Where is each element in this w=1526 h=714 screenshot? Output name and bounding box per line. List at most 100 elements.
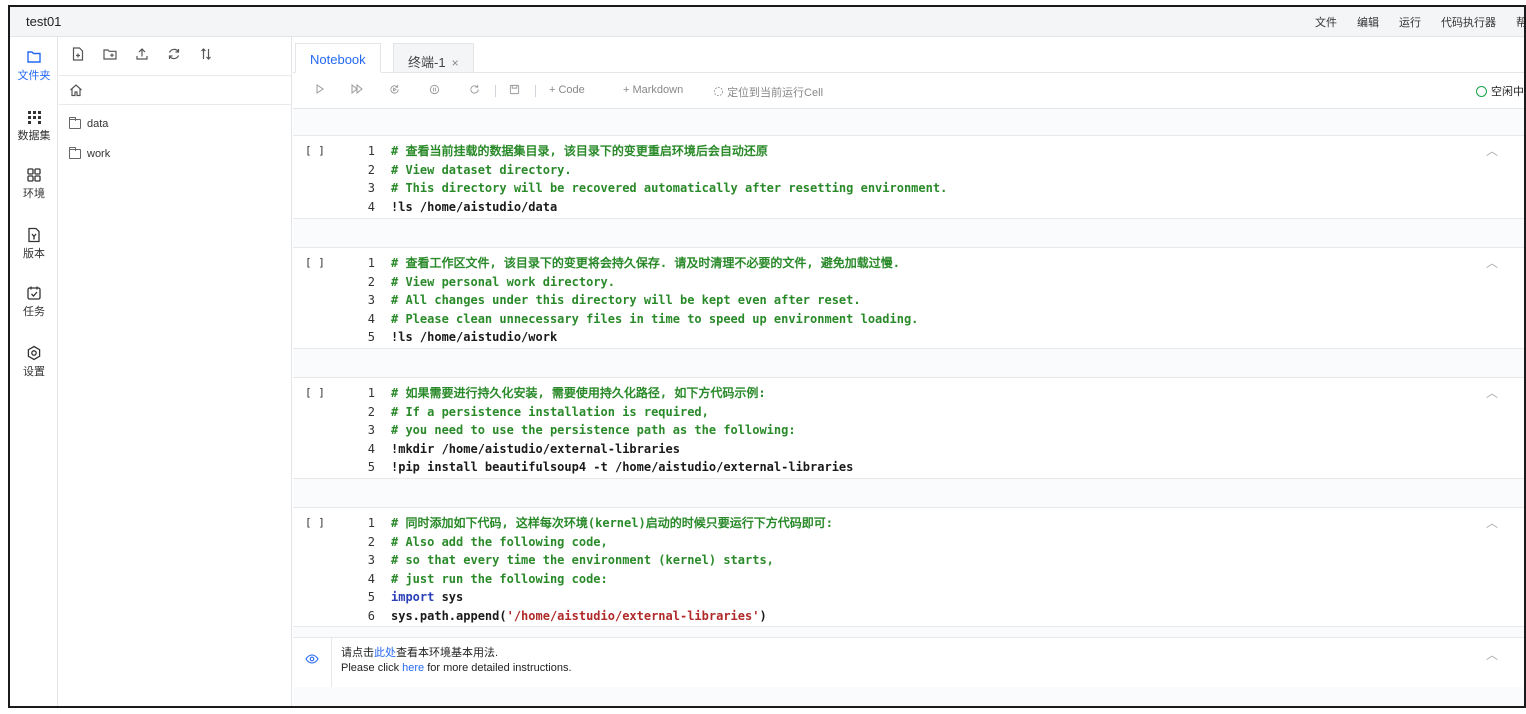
code-line: 1 # 查看当前挂载的数据集目录, 该目录下的变更重启环境后会自动还原 xyxy=(353,142,947,161)
code-line: 5 !pip install beautifulsoup4 -t /home/ai… xyxy=(353,458,854,477)
add-code-button[interactable]: + Code xyxy=(549,84,585,96)
activity-item-version[interactable]: 版本 xyxy=(10,227,58,261)
code-token: # 同时添加如下代码, 这样每次环境(kernel)启动的时候只要运行下方代码即… xyxy=(391,516,833,530)
code-cell[interactable]: [ ] 1 # 查看工作区文件, 该目录下的变更将会持久保存. 请及时清理不必要的… xyxy=(293,247,1524,349)
line-number: 4 xyxy=(367,441,375,456)
save-button[interactable] xyxy=(509,84,520,98)
sort-button[interactable] xyxy=(197,45,215,63)
code-editor[interactable]: 1 # 查看工作区文件, 该目录下的变更将会持久保存. 请及时清理不必要的文件, … xyxy=(353,254,919,347)
code-line: 1 # 如果需要进行持久化安装, 需要使用持久化路径, 如下方代码示例: xyxy=(353,384,853,403)
code-cell[interactable]: [ ] 1 # 同时添加如下代码, 这样每次环境(kernel)启动的时候只要运行… xyxy=(293,507,1524,627)
code-token: '/home/aistudio/external-libraries' xyxy=(506,608,760,623)
activity-label: 文件夹 xyxy=(17,70,51,82)
save-icon xyxy=(509,84,520,95)
code-cell[interactable]: [ ] 1 # 如果需要进行持久化安装, 需要使用持久化路径, 如下方代码示例: 2… xyxy=(293,377,1524,479)
tab-notebook[interactable]: Notebook xyxy=(295,43,381,73)
menu-bar: test01 文件 编辑 运行 代码执行器 帮助 xyxy=(10,7,1524,37)
code-token: ) xyxy=(759,608,767,623)
code-token: !ls /home/aistudio/data xyxy=(391,199,558,214)
locate-cell-label: 定位到当前运行Cell xyxy=(727,87,824,99)
collapse-icon[interactable]: ︿ xyxy=(1486,384,1498,401)
code-token: # 如果需要进行持久化安装, 需要使用持久化路径, 如下方代码示例: xyxy=(391,386,766,400)
stop-icon xyxy=(429,84,440,95)
menu-edit[interactable]: 编辑 xyxy=(1357,14,1379,30)
collapse-icon[interactable]: ︿ xyxy=(1486,142,1498,159)
activity-item-dataset[interactable]: 数据集 xyxy=(10,109,58,143)
upload-button[interactable] xyxy=(133,45,151,63)
activity-label: 任务 xyxy=(23,306,45,318)
file-toolbar xyxy=(69,45,215,63)
tab-terminal[interactable]: 终端-1 × xyxy=(393,43,474,73)
run-button[interactable] xyxy=(315,84,325,97)
code-token: # This directory will be recovered autom… xyxy=(391,181,948,196)
sort-icon xyxy=(201,48,211,60)
menu-file[interactable]: 文件 xyxy=(1315,14,1337,30)
file-item-work[interactable]: work xyxy=(69,147,111,160)
collapse-icon[interactable]: ︿ xyxy=(1486,514,1498,531)
help-link-zh[interactable]: 此处 xyxy=(374,647,396,659)
folder-icon xyxy=(27,51,41,63)
settings-icon xyxy=(27,345,41,361)
file-browser-panel: data work xyxy=(59,37,292,706)
menu-run[interactable]: 运行 xyxy=(1399,14,1421,30)
markdown-cell[interactable]: 请点击此处查看本环境基本用法. Please click here for mo… xyxy=(293,637,1524,687)
new-file-button[interactable] xyxy=(69,45,87,63)
interrupt-button[interactable] xyxy=(429,84,440,98)
code-line: 6 sys.path.append('/home/aistudio/externa… xyxy=(353,607,833,626)
collapse-icon[interactable]: ︿ xyxy=(1486,254,1498,271)
activity-label: 环境 xyxy=(23,188,45,200)
eye-icon[interactable] xyxy=(305,652,319,666)
menu-kernel[interactable]: 代码执行器 xyxy=(1441,14,1496,30)
code-line: 3 # you need to use the persistence path … xyxy=(353,421,853,440)
code-token: !pip install beautifulsoup4 -t /home/ais… xyxy=(391,460,854,475)
code-line: 4 # just run the following code: xyxy=(353,570,833,589)
code-editor[interactable]: 1 # 如果需要进行持久化安装, 需要使用持久化路径, 如下方代码示例: 2 # If… xyxy=(353,384,854,477)
new-file-icon xyxy=(72,47,84,61)
activity-item-settings[interactable]: 设置 xyxy=(10,345,58,379)
new-folder-icon xyxy=(103,49,117,60)
code-cell[interactable]: [ ] 1 # 查看当前挂载的数据集目录, 该目录下的变更重启环境后会自动还原 2 #… xyxy=(293,135,1524,219)
code-line: 2 # If a persistence installation is requ… xyxy=(353,403,853,422)
new-folder-button[interactable] xyxy=(101,45,119,63)
line-number: 5 xyxy=(367,460,375,475)
activity-item-folder[interactable]: 文件夹 xyxy=(10,49,58,83)
refresh-button[interactable] xyxy=(165,45,183,63)
home-icon[interactable] xyxy=(69,83,83,97)
close-icon[interactable]: × xyxy=(452,56,459,70)
line-number: 2 xyxy=(367,534,375,549)
code-token: # 查看工作区文件, 该目录下的变更将会持久保存. 请及时清理不必要的文件, 避… xyxy=(391,256,901,270)
line-number: 2 xyxy=(367,162,375,177)
menu-help[interactable]: 帮助 xyxy=(1516,14,1524,30)
help-link-en[interactable]: here xyxy=(402,662,424,674)
line-number: 6 xyxy=(367,608,375,623)
activity-bar: 文件夹 数据集 环境 版本 任务 设置 xyxy=(10,37,58,706)
locate-cell-button[interactable]: 定位到当前运行Cell xyxy=(713,84,823,100)
notebook-toolbar: + Code + Markdown 定位到当前运行Cell 空闲中 xyxy=(293,73,1524,109)
collapse-icon[interactable]: ︿ xyxy=(1486,646,1498,663)
code-editor[interactable]: 1 # 同时添加如下代码, 这样每次环境(kernel)启动的时候只要运行下方代码… xyxy=(353,514,833,626)
code-token: sys.path.append( xyxy=(391,608,507,623)
cell-prompt: [ ] xyxy=(305,386,325,399)
restart-kernel-button[interactable] xyxy=(469,84,480,98)
restart-run-button[interactable] xyxy=(389,84,400,98)
markdown-text-en: Please click here for more detailed inst… xyxy=(341,662,572,674)
play-icon xyxy=(316,84,324,94)
activity-item-task[interactable]: 任务 xyxy=(10,285,58,319)
file-item-label: work xyxy=(87,148,111,160)
code-token: # so that every time the environment (ke… xyxy=(391,553,774,568)
code-line: 4 !ls /home/aistudio/data xyxy=(353,198,947,217)
code-line: 3 # This directory will be recovered auto… xyxy=(353,179,948,198)
top-menu: 文件 编辑 运行 代码执行器 帮助 xyxy=(1315,14,1524,30)
line-number: 4 xyxy=(367,571,375,586)
line-number: 1 xyxy=(367,144,375,158)
run-all-button[interactable] xyxy=(351,83,363,97)
code-token: !mkdir /home/aistudio/external-libraries xyxy=(391,441,680,456)
add-markdown-button[interactable]: + Markdown xyxy=(623,84,683,96)
code-token: import xyxy=(391,590,435,605)
code-line: 2 # Also add the following code, xyxy=(353,533,833,552)
code-line: 4 # Please clean unnecessary files in tim… xyxy=(353,310,919,329)
code-editor[interactable]: 1 # 查看当前挂载的数据集目录, 该目录下的变更重启环境后会自动还原 2 # Vie… xyxy=(353,142,948,217)
activity-item-environment[interactable]: 环境 xyxy=(10,167,58,201)
file-item-data[interactable]: data xyxy=(69,117,108,130)
code-line: 1 # 同时添加如下代码, 这样每次环境(kernel)启动的时候只要运行下方代码… xyxy=(353,514,833,533)
